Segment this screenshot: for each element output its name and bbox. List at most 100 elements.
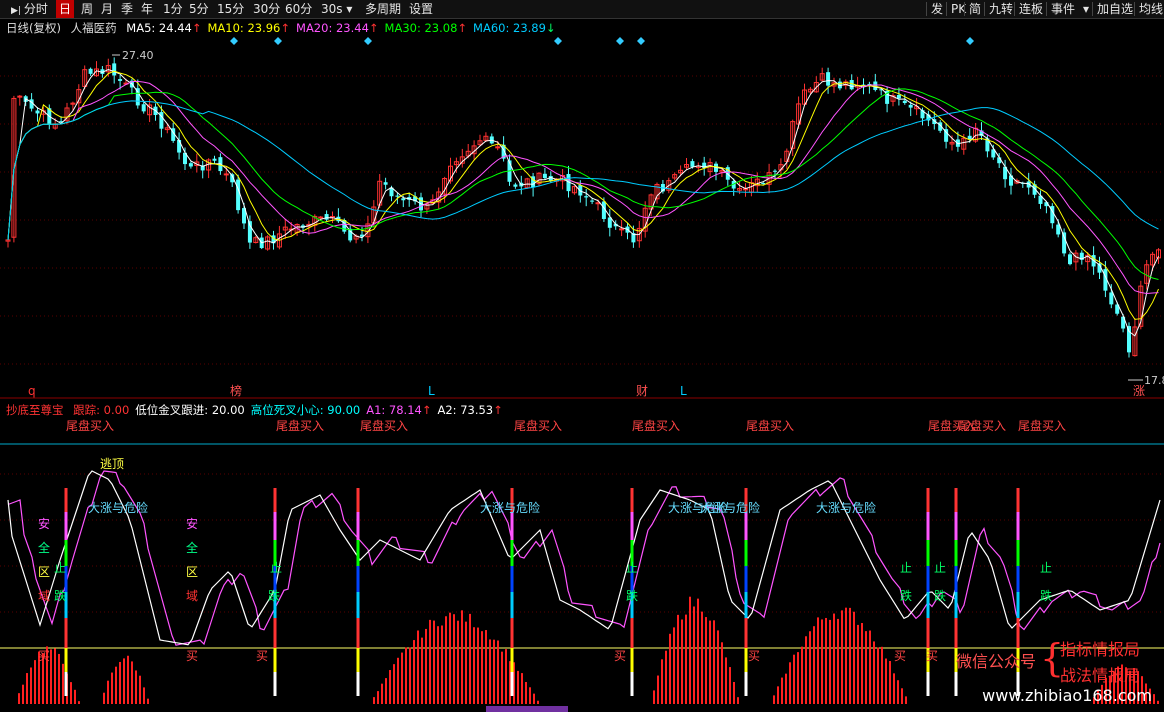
candle-body-down (731, 180, 736, 189)
indicator-value-0: 跟踪: 0.00 (73, 403, 130, 417)
buy-label-3: 买 (614, 649, 626, 663)
candle-body-down (383, 182, 388, 185)
candle-body-up (642, 207, 648, 232)
candle-body-up (11, 97, 17, 238)
candle-body-down (1109, 292, 1114, 305)
big-rise-danger-label-2: 大涨与危险 (668, 500, 728, 515)
candle-body-down (873, 81, 878, 90)
chevron-down-icon[interactable]: ▾ (1080, 0, 1092, 18)
stock-name: 人福医药 (70, 21, 117, 35)
fall-label-1: 跌 (268, 588, 280, 603)
candle-body-up (802, 89, 807, 105)
toolbar-separator (1014, 2, 1015, 16)
safe-zone-char-1-0: 安 (186, 516, 198, 531)
candle-body-down (389, 187, 394, 197)
candle-body-down (59, 121, 64, 123)
indicator-area (7, 470, 1161, 712)
trend-arrow-icon: ↓ (545, 21, 556, 35)
candle-body-up (164, 127, 170, 131)
period-tab-8[interactable]: 15分 (214, 0, 247, 18)
toolbar-separator (1046, 2, 1047, 16)
tail-buy-label-2: 尾盘买入 (360, 418, 408, 433)
candle-body-down (141, 104, 146, 112)
escape-top-label: 逃顶 (100, 457, 124, 471)
a2-line (7, 470, 1161, 646)
candle-body-down (401, 198, 406, 201)
candle-body-down (879, 89, 884, 91)
candle-body-down (861, 84, 866, 87)
period-tab-label: 日 (59, 2, 72, 16)
candle-body-up (495, 146, 501, 149)
candle-body-down (236, 179, 241, 211)
period-tab-6[interactable]: 1分 (160, 0, 186, 18)
candle-body-down (926, 114, 931, 121)
candle-body-down (218, 157, 223, 172)
indicator-value-4: A2: 73.53↑ (437, 403, 503, 417)
candle-body-up (265, 236, 271, 250)
main-chart-legend: 日线(复权) 人福医药 MA5: 24.44↑ MA10: 23.96↑ MA20:… (6, 20, 562, 35)
candle-body-down (955, 139, 960, 147)
indicator-values: 跟踪: 0.00 低位金叉跟进: 20.00 高位死叉小心: 90.00 A1: 78… (73, 403, 509, 417)
candle-body-up (365, 223, 371, 238)
candle-body-up (17, 95, 23, 98)
candle-body-down (548, 176, 553, 182)
candle-body-up (737, 187, 743, 191)
kline-chart[interactable]: 27.4017.8q榜L财L涨尾盘买入尾盘买入尾盘买入尾盘买入尾盘买入尾盘买入尾… (0, 0, 1164, 712)
period-tab-0[interactable]: ▶| 分时 (8, 0, 51, 18)
toolbar-action-0[interactable]: 发 (928, 0, 946, 18)
buy-label-1: 买 (186, 649, 198, 663)
settings-button[interactable]: 设置 (406, 0, 436, 18)
watermark-line2: 战法情报局 (1060, 666, 1141, 685)
period-tab-9[interactable]: 30分 (250, 0, 283, 18)
stop-label-0: 止 (54, 561, 66, 575)
period-tab-1[interactable]: 日 (56, 0, 75, 18)
diamond-marker-icon (637, 37, 645, 45)
candle-body-down (1091, 255, 1096, 267)
candle-body-down (1103, 269, 1108, 291)
fall-label-3: 跌 (900, 588, 912, 603)
period-tab-10[interactable]: 60分 (282, 0, 315, 18)
candle-body-down (29, 99, 34, 109)
period-tab-label: 月 (101, 2, 114, 16)
candle-body-up (459, 156, 465, 164)
candle-body-up (477, 140, 483, 146)
candle-body-down (200, 165, 205, 171)
candle-body-down (188, 163, 193, 167)
event-marker-5: 涨 (1133, 383, 1145, 398)
chart-mode-label: 日线(复权) (6, 21, 61, 35)
candle-body-up (276, 233, 282, 248)
candle-body-down (519, 182, 524, 187)
watermark-line1: 指标情报局 (1060, 640, 1141, 659)
watermark-wechat: 微信公众号 (956, 652, 1037, 671)
toolbar-action-5[interactable]: 事件 (1048, 0, 1078, 18)
candle-body-up (1150, 253, 1156, 266)
chevron-down-icon: ▾ (346, 2, 353, 16)
candle-body-up (471, 145, 477, 155)
period-tab-3[interactable]: 月 (98, 0, 116, 18)
period-tab-7[interactable]: 5分 (186, 0, 212, 18)
candle-body-down (247, 221, 252, 243)
candle-body-up (524, 178, 530, 189)
toolbar-action-2[interactable]: 简 (966, 0, 984, 18)
buy-label-4: 买 (748, 649, 760, 663)
candle-body-up (719, 170, 725, 173)
period-select[interactable]: 30s ▾ (318, 0, 355, 18)
period-tab-4[interactable]: 季 (118, 0, 136, 18)
toolbar-action-6[interactable]: 加自选 (1094, 0, 1136, 18)
tail-buy-label-3: 尾盘买入 (514, 418, 562, 433)
toolbar-separator (926, 2, 927, 16)
toolbar-action-7[interactable]: 均线 (1136, 0, 1164, 18)
play-bar-icon: ▶| (11, 6, 24, 16)
candle-body-up (371, 206, 377, 224)
candle-body-down (1020, 182, 1025, 184)
candle-body-up (123, 82, 129, 85)
toolbar-action-3[interactable]: 九转 (986, 0, 1016, 18)
candle-body-down (489, 136, 494, 144)
period-tab-5[interactable]: 年 (138, 0, 156, 18)
safe-zone-char-0-0: 安 (38, 516, 50, 531)
toolbar-action-4[interactable]: 连板 (1016, 0, 1046, 18)
multi-period-button[interactable]: 多周期 (362, 0, 404, 18)
period-tab-2[interactable]: 周 (78, 0, 96, 18)
candle-body-down (212, 158, 217, 161)
safe-zone-char-1-1: 全 (186, 540, 198, 555)
